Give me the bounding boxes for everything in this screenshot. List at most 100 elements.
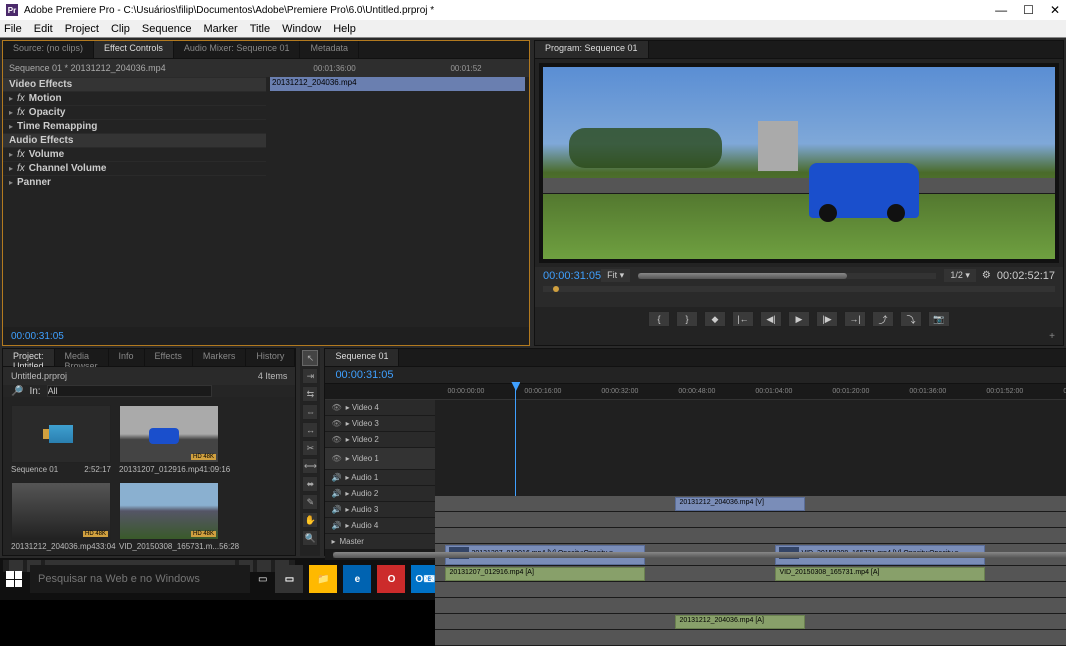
project-tab[interactable]: Effects xyxy=(145,349,193,366)
menu-clip[interactable]: Clip xyxy=(111,23,130,35)
source-tab[interactable]: Metadata xyxy=(300,41,359,58)
source-tab[interactable]: Audio Mixer: Sequence 01 xyxy=(174,41,301,58)
effect-channel-volume[interactable]: ▸ fx Channel Volume xyxy=(3,161,266,175)
ripple-edit-tool[interactable]: ⇆ xyxy=(302,386,318,402)
menu-window[interactable]: Window xyxy=(282,23,321,35)
taskbar-app[interactable]: e xyxy=(343,565,371,593)
menu-help[interactable]: Help xyxy=(333,23,356,35)
program-monitor: Program: Sequence 01 00:00:31:05 Fit ▾ 1… xyxy=(534,40,1064,346)
program-video-display[interactable] xyxy=(539,63,1059,263)
menu-marker[interactable]: Marker xyxy=(203,23,237,35)
maximize-button[interactable]: ☐ xyxy=(1023,3,1034,17)
app-icon: Pr xyxy=(6,4,18,16)
track-select-tool[interactable]: ⇥ xyxy=(302,368,318,384)
taskbar-search[interactable] xyxy=(30,565,250,593)
source-tab-row: Source: (no clips)Effect ControlsAudio M… xyxy=(3,41,529,59)
master-track-header[interactable]: ▸ Master xyxy=(325,534,435,550)
add-panel-button[interactable]: + xyxy=(1049,331,1055,342)
razor-tool[interactable]: ✂ xyxy=(302,440,318,456)
video-track-header[interactable]: 👁 ▸ Video 1 xyxy=(325,448,435,470)
menu-sequence[interactable]: Sequence xyxy=(142,23,192,35)
rolling-edit-tool[interactable]: ⇔ xyxy=(302,404,318,420)
go-to-in-button[interactable]: |← xyxy=(732,311,754,327)
project-item[interactable]: HD 48K20131207_012916.mp41:09:16 xyxy=(119,405,219,474)
timeline-panel: Sequence 01 00:00:31:05 👁 ▸ Video 4👁 ▸ V… xyxy=(324,348,1066,556)
slip-tool[interactable]: ⟷ xyxy=(302,458,318,474)
go-to-out-button[interactable]: →| xyxy=(844,311,866,327)
audio-track-header[interactable]: 🔊 ▸ Audio 1 xyxy=(325,470,435,486)
audio-track-header[interactable]: 🔊 ▸ Audio 2 xyxy=(325,486,435,502)
effect-opacity[interactable]: ▸ fx Opacity xyxy=(3,105,266,119)
ec-time-ruler: 00:01:36:0000:01:52 xyxy=(266,59,529,77)
effect-motion[interactable]: ▸ fx Motion xyxy=(3,91,266,105)
effect-time-remapping[interactable]: ▸ Time Remapping xyxy=(3,119,266,133)
step-forward-button[interactable]: |▶ xyxy=(816,311,838,327)
project-tab[interactable]: Media Browser xyxy=(55,349,109,366)
taskbar-app[interactable]: ▭ xyxy=(275,565,303,593)
clip-audio1-a[interactable]: 20131207_012916.mp4 [A] xyxy=(445,567,645,581)
program-scrub-bar[interactable] xyxy=(543,286,1055,292)
close-button[interactable]: ✕ xyxy=(1050,3,1060,17)
resolution-dropdown[interactable]: 1/2 ▾ xyxy=(944,269,976,282)
slide-tool[interactable]: ⬌ xyxy=(302,476,318,492)
audio-track-header[interactable]: 🔊 ▸ Audio 4 xyxy=(325,518,435,534)
audio-track-header[interactable]: 🔊 ▸ Audio 3 xyxy=(325,502,435,518)
lift-button[interactable]: ⤴ xyxy=(872,311,894,327)
clip-audio4[interactable]: 20131212_204036.mp4 [A] xyxy=(675,615,805,629)
export-frame-button[interactable]: 📷 xyxy=(928,311,950,327)
video-track-header[interactable]: 👁 ▸ Video 4 xyxy=(325,400,435,416)
timeline-tracks[interactable]: 00:00:00:0000:00:16:0000:00:32:0000:00:4… xyxy=(435,384,1066,550)
mark-in-button[interactable]: { xyxy=(648,311,670,327)
tool-palette: ↖ ⇥ ⇆ ⇔ ↔ ✂ ⟷ ⬌ ✎ ✋ 🔍 xyxy=(300,348,320,556)
project-tab[interactable]: Project: Untitled xyxy=(3,349,55,366)
program-tab[interactable]: Program: Sequence 01 xyxy=(535,41,649,58)
menu-title[interactable]: Title xyxy=(250,23,270,35)
menu-project[interactable]: Project xyxy=(65,23,99,35)
new-item-button[interactable] xyxy=(257,560,271,572)
project-tab[interactable]: Info xyxy=(109,349,145,366)
program-current-time[interactable]: 00:00:31:05 xyxy=(543,270,601,282)
menu-file[interactable]: File xyxy=(4,23,22,35)
project-item[interactable]: HD 48K20131212_204036.mp433:04 xyxy=(11,482,111,551)
source-tab[interactable]: Source: (no clips) xyxy=(3,41,94,58)
time-ruler[interactable]: 00:00:00:0000:00:16:0000:00:32:0000:00:4… xyxy=(435,384,1066,400)
effect-panner[interactable]: ▸ Panner xyxy=(3,175,266,189)
settings-icon[interactable]: ⚙ xyxy=(982,270,991,281)
hand-tool[interactable]: ✋ xyxy=(302,512,318,528)
transport-controls: { } ◆ |← ◀| ▶ |▶ →| ⤴ ⤵ 📷 xyxy=(535,307,1063,331)
video-track-header[interactable]: 👁 ▸ Video 3 xyxy=(325,416,435,432)
mark-out-button[interactable]: } xyxy=(676,311,698,327)
clip-audio1-b[interactable]: VID_20150308_165731.mp4 [A] xyxy=(775,567,985,581)
pen-tool[interactable]: ✎ xyxy=(302,494,318,510)
timeline-tab[interactable]: Sequence 01 xyxy=(325,349,399,366)
menu-edit[interactable]: Edit xyxy=(34,23,53,35)
zoom-fit-dropdown[interactable]: Fit ▾ xyxy=(601,269,630,282)
selection-tool[interactable]: ↖ xyxy=(302,350,318,366)
filter-dropdown[interactable] xyxy=(47,385,213,397)
project-item[interactable]: HD 48KVID_20150308_165731.m...56:28 xyxy=(119,482,219,551)
minimize-button[interactable]: — xyxy=(995,3,1007,17)
video-effects-section[interactable]: Video Effects xyxy=(3,77,266,91)
start-button[interactable] xyxy=(6,571,22,587)
step-back-button[interactable]: ◀| xyxy=(760,311,782,327)
task-view-button[interactable]: ▭ xyxy=(258,574,267,585)
zoom-tool[interactable]: 🔍 xyxy=(302,530,318,546)
audio-effects-section[interactable]: Audio Effects xyxy=(3,133,266,147)
clip-video4[interactable]: 20131212_204036.mp4 [V] xyxy=(675,497,805,511)
play-button[interactable]: ▶ xyxy=(788,311,810,327)
timeline-current-time[interactable]: 00:00:31:05 xyxy=(325,367,1066,383)
taskbar-app[interactable]: O xyxy=(377,565,405,593)
effect-volume[interactable]: ▸ fx Volume xyxy=(3,147,266,161)
project-item[interactable]: Sequence 012:52:17 xyxy=(11,405,111,474)
ec-clip-strip[interactable]: 20131212_204036.mp4 xyxy=(270,77,525,91)
extract-button[interactable]: ⤵ xyxy=(900,311,922,327)
taskbar-app[interactable]: 📁 xyxy=(309,565,337,593)
project-panel: Project: UntitledMedia BrowserInfoEffect… xyxy=(2,348,296,556)
search-icon[interactable]: 🔎 xyxy=(11,386,23,397)
project-tab[interactable]: Markers xyxy=(193,349,247,366)
video-track-header[interactable]: 👁 ▸ Video 2 xyxy=(325,432,435,448)
project-tab[interactable]: History xyxy=(246,349,295,366)
source-tab[interactable]: Effect Controls xyxy=(94,41,174,58)
add-marker-button[interactable]: ◆ xyxy=(704,311,726,327)
rate-stretch-tool[interactable]: ↔ xyxy=(302,422,318,438)
